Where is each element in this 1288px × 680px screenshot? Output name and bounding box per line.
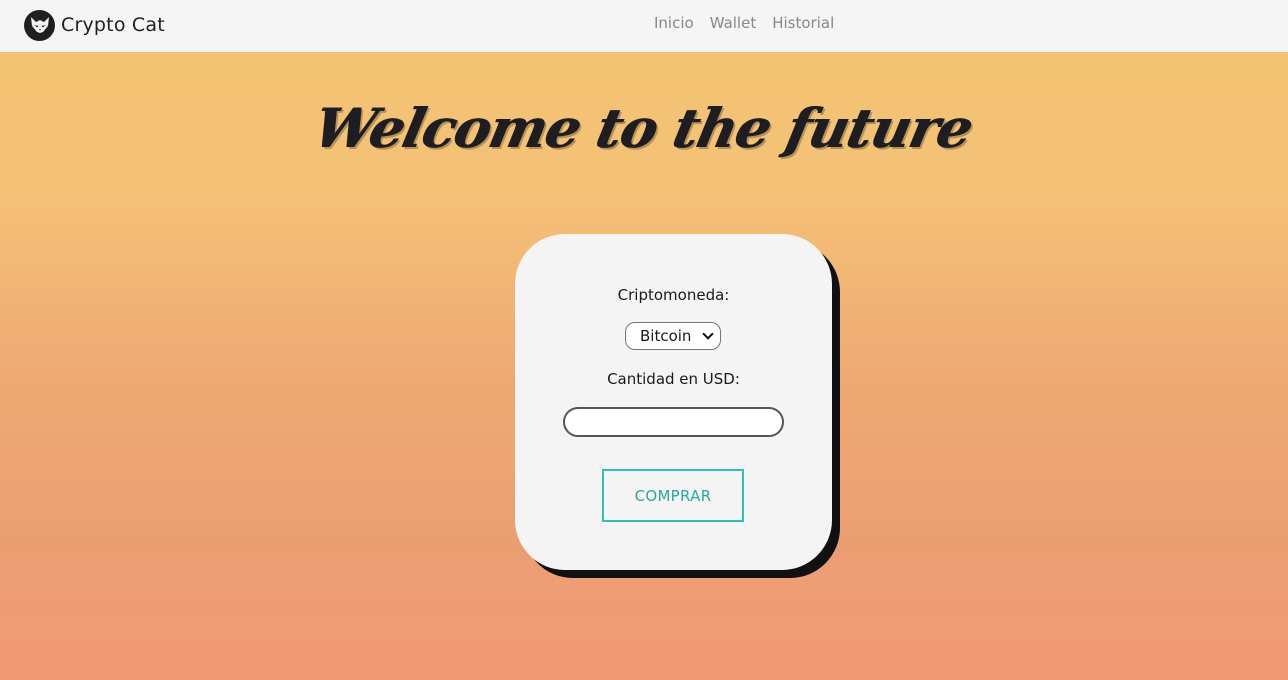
nav-link-inicio[interactable]: Inicio bbox=[654, 14, 694, 32]
chevron-down-icon bbox=[702, 328, 714, 340]
nav-links: Inicio Wallet Historial bbox=[654, 14, 834, 32]
buy-button[interactable]: COMPRAR bbox=[602, 469, 744, 522]
amount-usd-input[interactable] bbox=[563, 407, 784, 437]
crypto-select[interactable]: Bitcoin bbox=[625, 322, 721, 350]
crypto-select-value: Bitcoin bbox=[640, 327, 692, 345]
brand-link[interactable]: Crypto Cat bbox=[24, 8, 165, 42]
hero-title: Welcome to the future bbox=[309, 96, 979, 160]
cat-logo-icon bbox=[24, 9, 55, 41]
amount-label: Cantidad en USD: bbox=[607, 370, 740, 388]
brand-name: Crypto Cat bbox=[61, 14, 165, 36]
crypto-label: Criptomoneda: bbox=[617, 286, 730, 304]
nav-link-historial[interactable]: Historial bbox=[772, 14, 834, 32]
nav-link-wallet[interactable]: Wallet bbox=[710, 14, 757, 32]
top-navbar: Crypto Cat Inicio Wallet Historial bbox=[0, 0, 1288, 52]
purchase-card: Criptomoneda: Bitcoin Cantidad en USD: C… bbox=[515, 234, 832, 570]
